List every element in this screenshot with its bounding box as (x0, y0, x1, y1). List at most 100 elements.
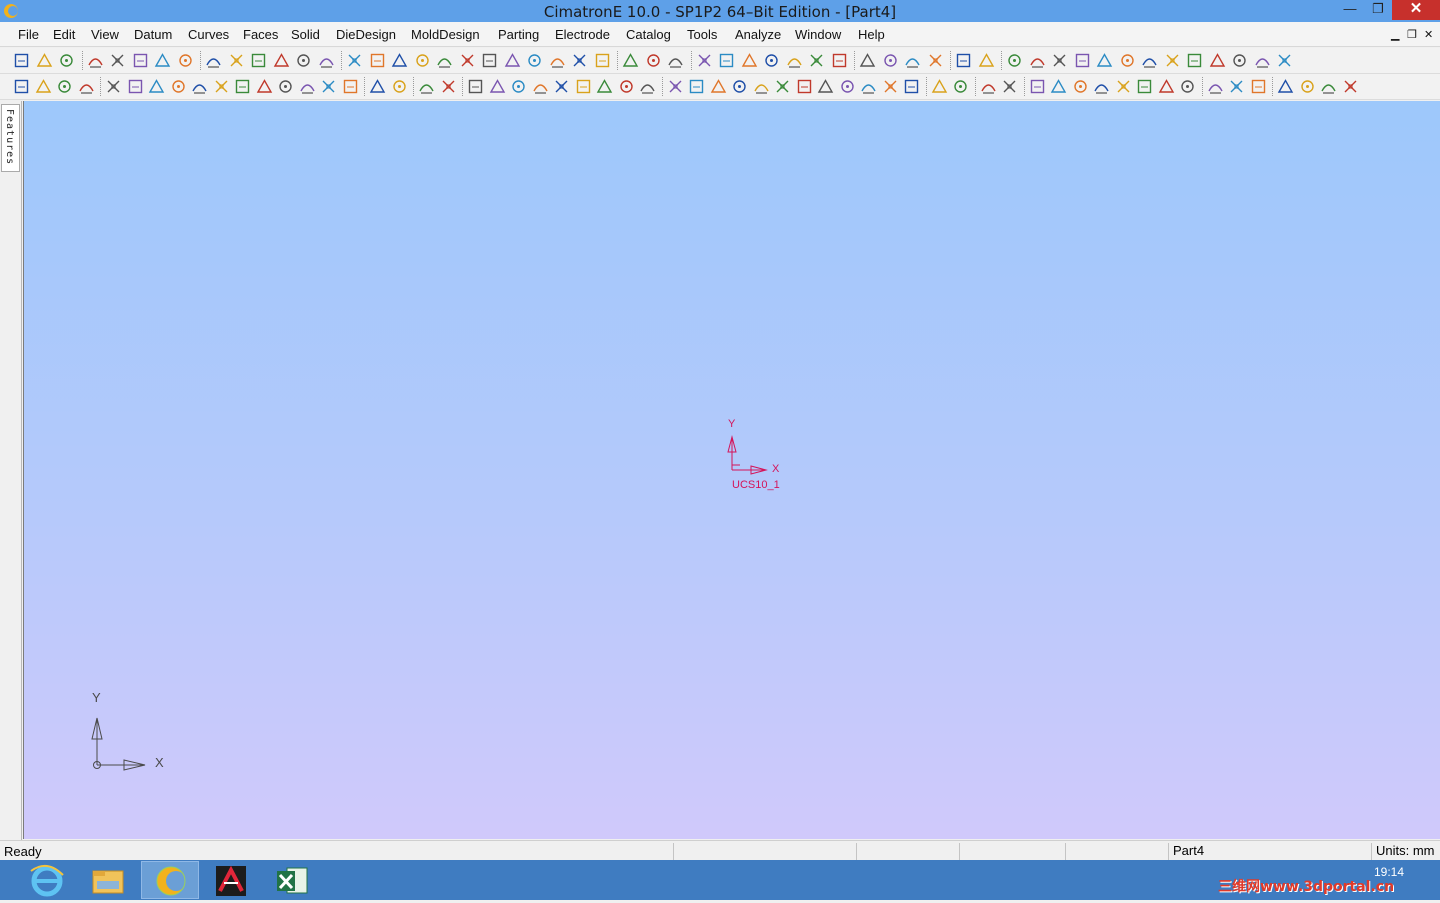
assembly-icon[interactable] (1342, 78, 1359, 95)
line-style-icon[interactable] (927, 52, 944, 69)
pattern-icon[interactable] (952, 78, 969, 95)
hidden-line-icon[interactable] (571, 52, 588, 69)
pan-icon[interactable] (295, 52, 312, 69)
select-curve-icon[interactable] (127, 78, 144, 95)
select-chain-icon[interactable] (256, 78, 273, 95)
menu-catalog[interactable]: Catalog (626, 27, 671, 42)
electrode-icon[interactable] (1250, 78, 1267, 95)
pick-entity-icon[interactable] (105, 78, 122, 95)
explode-icon[interactable] (786, 52, 803, 69)
sketch-text-icon[interactable] (1254, 52, 1271, 69)
taskbar-explorer-button[interactable] (79, 861, 137, 899)
blend-icon[interactable] (753, 78, 770, 95)
zoom-previous-icon[interactable] (250, 52, 267, 69)
save-icon[interactable] (58, 52, 75, 69)
light-on-icon[interactable] (645, 52, 662, 69)
menu-diedesign[interactable]: DieDesign (336, 27, 396, 42)
split-icon[interactable] (860, 78, 877, 95)
select-edge-icon[interactable] (191, 78, 208, 95)
select-all-icon[interactable] (277, 78, 294, 95)
spline-icon[interactable] (510, 78, 527, 95)
sweep-icon[interactable] (710, 78, 727, 95)
color-fill-icon[interactable] (882, 52, 899, 69)
iso-view-icon[interactable] (346, 52, 363, 69)
display-mode-icon[interactable] (594, 52, 611, 69)
sketch-icon[interactable] (418, 78, 435, 95)
sketch-circle-icon[interactable] (1051, 52, 1068, 69)
cut-icon[interactable] (882, 78, 899, 95)
select-point-icon[interactable] (213, 78, 230, 95)
menu-parting[interactable]: Parting (498, 27, 539, 42)
menu-curves[interactable]: Curves (188, 27, 229, 42)
project-curve-icon[interactable] (596, 78, 613, 95)
cube-icon[interactable] (978, 52, 995, 69)
menu-molddesign[interactable]: MoldDesign (411, 27, 480, 42)
measure-icon[interactable] (763, 52, 780, 69)
open-file-icon[interactable] (36, 52, 53, 69)
sketch-line-icon[interactable] (1006, 52, 1023, 69)
taskbar-excel-button[interactable] (263, 861, 321, 899)
face-sketch-icon[interactable] (440, 78, 457, 95)
composite-curve-icon[interactable] (553, 78, 570, 95)
line-icon[interactable] (489, 78, 506, 95)
menu-datum[interactable]: Datum (134, 27, 172, 42)
mdi-close-button[interactable]: ✕ (1424, 28, 1433, 41)
sketch-select-icon[interactable] (1209, 52, 1226, 69)
taskbar-autocad-button[interactable] (202, 861, 260, 899)
part-icon[interactable] (1320, 78, 1337, 95)
redo-icon[interactable] (109, 52, 126, 69)
graphics-viewport[interactable]: Y X UCS10_1 Y X (23, 101, 1440, 839)
extrude-icon[interactable] (667, 78, 684, 95)
cancel-icon[interactable] (35, 78, 52, 95)
show-icon[interactable] (391, 78, 408, 95)
menu-help[interactable]: Help (858, 27, 885, 42)
boolean-remove-icon[interactable] (931, 78, 948, 95)
menu-tools[interactable]: Tools (687, 27, 717, 42)
menu-edit[interactable]: Edit (53, 27, 75, 42)
taskbar-cimatron-button[interactable] (141, 861, 199, 899)
revolve-icon[interactable] (688, 78, 705, 95)
menu-solid[interactable]: Solid (291, 27, 320, 42)
mdi-restore-button[interactable]: ❐ (1407, 28, 1417, 41)
sketch-dim-icon[interactable] (1141, 52, 1158, 69)
zoom-window-icon[interactable] (228, 52, 245, 69)
intersect-curve-icon[interactable] (618, 78, 635, 95)
light-off-icon[interactable] (667, 52, 684, 69)
copy-icon[interactable] (808, 52, 825, 69)
restore-button[interactable]: ❐ (1364, 0, 1392, 20)
bottom-view-icon[interactable] (436, 52, 453, 69)
rotate-icon[interactable] (318, 52, 335, 69)
select-loop-icon[interactable] (234, 78, 251, 95)
move-icon[interactable] (1029, 78, 1046, 95)
glasses-icon[interactable] (132, 52, 149, 69)
sketch-constraint-icon[interactable] (1164, 52, 1181, 69)
point-icon[interactable] (467, 78, 484, 95)
left-view-icon[interactable] (459, 52, 476, 69)
fill-icon[interactable] (1115, 78, 1132, 95)
shaded-icon[interactable] (526, 52, 543, 69)
insert-icon[interactable] (1299, 78, 1316, 95)
menu-faces[interactable]: Faces (243, 27, 278, 42)
loft-icon[interactable] (731, 78, 748, 95)
extend-icon[interactable] (1136, 78, 1153, 95)
front-view-icon[interactable] (369, 52, 386, 69)
offset-curve-icon[interactable] (575, 78, 592, 95)
grid-icon[interactable] (859, 52, 876, 69)
boolean-add-icon[interactable] (903, 78, 920, 95)
features-tab[interactable]: Features (1, 104, 20, 172)
top-view-icon[interactable] (414, 52, 431, 69)
circle-icon[interactable] (532, 78, 549, 95)
sketch-spline-icon[interactable] (1074, 52, 1091, 69)
line-weight-icon[interactable] (955, 52, 972, 69)
view-options-icon[interactable] (504, 52, 521, 69)
multi-view-icon[interactable] (177, 52, 194, 69)
close-button[interactable]: ✕ (1392, 0, 1440, 20)
sketch-trim-icon[interactable] (1119, 52, 1136, 69)
select-similar-icon[interactable] (299, 78, 316, 95)
zoom-all-icon[interactable] (205, 52, 222, 69)
replace-face-icon[interactable] (1179, 78, 1196, 95)
layer-select-icon[interactable] (342, 78, 359, 95)
back-view-icon[interactable] (391, 52, 408, 69)
menu-file[interactable]: File (18, 27, 39, 42)
light-bulb-icon[interactable] (622, 52, 639, 69)
